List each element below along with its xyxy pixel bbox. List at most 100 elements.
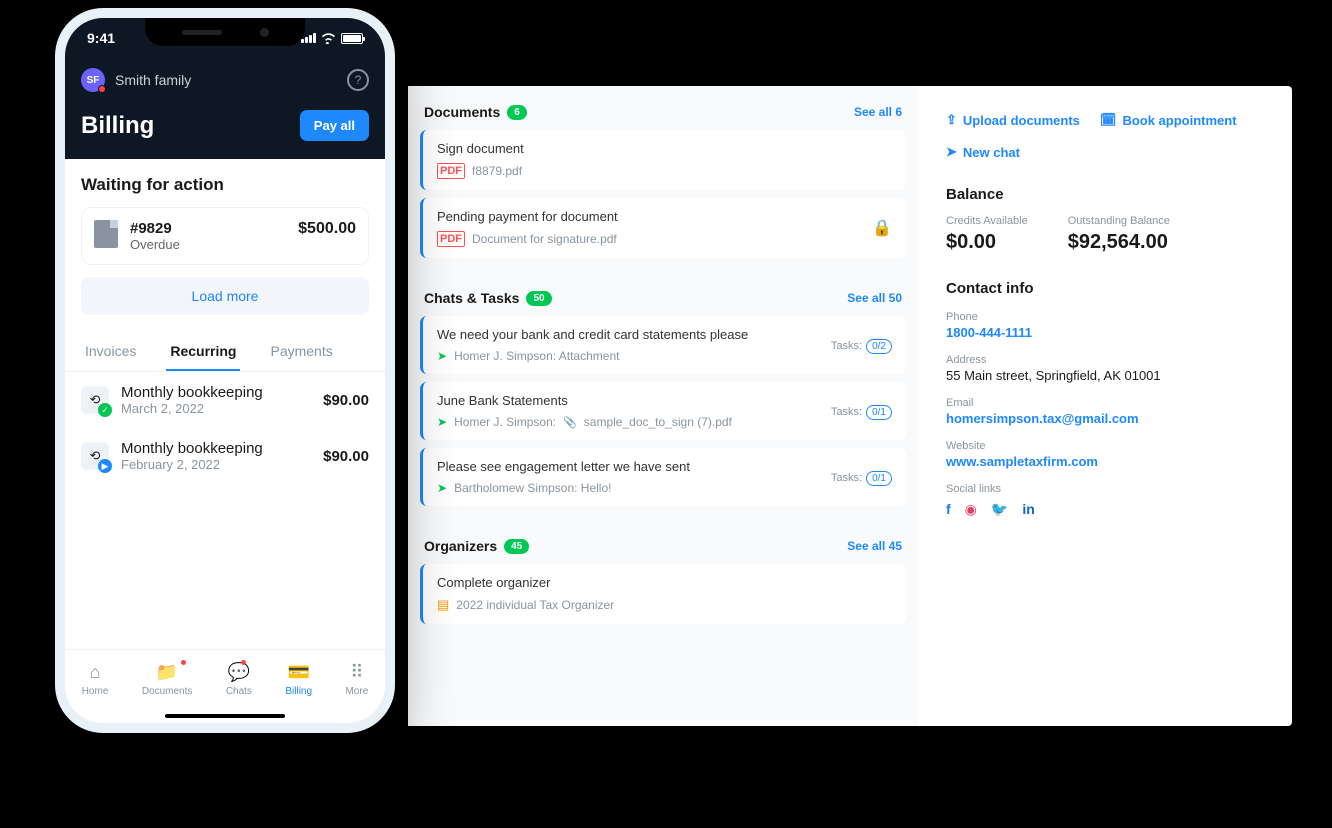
- card-sub: Bartholomew Simpson: Hello!: [454, 481, 611, 495]
- phone-notch: [145, 18, 305, 46]
- credits-label: Credits Available: [946, 215, 1028, 227]
- tasks-badge: 0/1: [866, 471, 892, 486]
- loadmore-button[interactable]: Load more: [81, 277, 369, 315]
- notification-dot-icon: [241, 660, 246, 665]
- help-icon[interactable]: ?: [347, 69, 369, 91]
- user-name[interactable]: Smith family: [115, 72, 337, 88]
- card-title: Complete organizer: [437, 575, 892, 590]
- section-title-chats: Chats & Tasks: [424, 290, 519, 306]
- tabbar-documents[interactable]: 📁Documents: [142, 662, 193, 697]
- card-file: Document for signature.pdf: [472, 232, 617, 246]
- linkedin-icon[interactable]: in: [1022, 501, 1034, 518]
- invoice-status: Overdue: [130, 237, 286, 252]
- new-chat-button[interactable]: ➤New chat: [946, 144, 1020, 160]
- social-label: Social links: [946, 483, 1264, 495]
- contact-title: Contact info: [946, 280, 1264, 297]
- chat-card[interactable]: Please see engagement letter we have sen…: [420, 448, 906, 506]
- tab-recurring[interactable]: Recurring: [166, 333, 240, 371]
- item-date: February 2, 2022: [121, 457, 311, 472]
- address-text: 55 Main street, Springfield, AK 01001: [946, 368, 1264, 383]
- check-badge-icon: ✓: [98, 403, 112, 417]
- item-title: Monthly bookkeeping: [121, 384, 311, 401]
- outstanding-label: Outstanding Balance: [1068, 215, 1170, 227]
- phone-body: Waiting for action #9829 Overdue $500.00…: [65, 159, 385, 694]
- avatar-initials: SF: [87, 75, 100, 86]
- phone-link[interactable]: 1800-444-1111: [946, 325, 1264, 340]
- outstanding-value: $92,564.00: [1068, 231, 1170, 254]
- invoice-number: #9829: [130, 220, 286, 237]
- tabbar: ⌂Home 📁Documents 💬 Chats 💳Billing ⠿More: [65, 649, 385, 723]
- tabbar-label: Billing: [285, 686, 312, 697]
- send-icon: ➤: [437, 481, 447, 495]
- phone-label: Phone: [946, 311, 1264, 323]
- item-amount: $90.00: [323, 392, 369, 409]
- website-label: Website: [946, 440, 1264, 452]
- balance-title: Balance: [946, 186, 1264, 203]
- pdf-icon: PDF: [437, 163, 465, 179]
- website-link[interactable]: www.sampletaxfirm.com: [946, 454, 1264, 469]
- count-badge: 6: [507, 105, 527, 120]
- payall-button[interactable]: Pay all: [300, 110, 369, 141]
- invoice-card[interactable]: #9829 Overdue $500.00: [81, 207, 369, 265]
- page-title: Billing: [81, 112, 154, 140]
- seeall-chats[interactable]: See all 50: [847, 291, 902, 305]
- address-label: Address: [946, 354, 1264, 366]
- tabbar-label: Documents: [142, 686, 193, 697]
- tasks-label: Tasks:: [831, 340, 862, 352]
- send-icon: ➤: [437, 349, 447, 363]
- tabbar-chats[interactable]: 💬 Chats: [226, 662, 252, 697]
- card-file: f8879.pdf: [472, 164, 522, 178]
- document-card[interactable]: Pending payment for document PDFDocument…: [420, 198, 906, 258]
- seeall-organizers[interactable]: See all 45: [847, 539, 902, 553]
- action-label: Book appointment: [1122, 113, 1236, 128]
- tabbar-home[interactable]: ⌂Home: [82, 662, 109, 697]
- attachment-name: sample_doc_to_sign (7).pdf: [584, 415, 732, 429]
- email-link[interactable]: homersimpson.tax@gmail.com: [946, 411, 1264, 426]
- recurring-icon: ⟲✓: [81, 386, 109, 414]
- phone-mockup: 9:41 SF Smith family ? Billing Pay all W…: [55, 8, 395, 733]
- seeall-documents[interactable]: See all 6: [854, 105, 902, 119]
- file-icon: [94, 220, 118, 248]
- tasks-badge: 0/1: [866, 405, 892, 420]
- desktop-panel: Documents6 See all 6 Sign document PDFf8…: [408, 86, 1292, 726]
- chat-card[interactable]: We need your bank and credit card statem…: [420, 316, 906, 374]
- tab-payments[interactable]: Payments: [266, 333, 336, 371]
- tasks-label: Tasks:: [831, 472, 862, 484]
- card-title: Please see engagement letter we have sen…: [437, 459, 690, 474]
- card-title: We need your bank and credit card statem…: [437, 327, 748, 342]
- right-column: ⇪Upload documents 🗓Book appointment ➤New…: [918, 86, 1292, 726]
- battery-icon: [341, 33, 363, 44]
- section-title-organizers: Organizers: [424, 538, 497, 554]
- section-title-documents: Documents: [424, 104, 500, 120]
- chat-card[interactable]: June Bank Statements ➤Homer J. Simpson:📎…: [420, 382, 906, 440]
- waiting-title: Waiting for action: [65, 159, 385, 207]
- avatar[interactable]: SF: [81, 68, 105, 92]
- item-date: March 2, 2022: [121, 401, 311, 416]
- email-label: Email: [946, 397, 1264, 409]
- organizer-card[interactable]: Complete organizer ▤2022 individual Tax …: [420, 564, 906, 624]
- upload-documents-button[interactable]: ⇪Upload documents: [946, 112, 1080, 128]
- home-indicator: [165, 714, 285, 718]
- facebook-icon[interactable]: f: [946, 501, 951, 518]
- phone-header: SF Smith family ? Billing Pay all: [65, 58, 385, 159]
- card-title: Pending payment for document: [437, 209, 618, 224]
- list-item[interactable]: ⟲✓ Monthly bookkeeping March 2, 2022 $90…: [65, 372, 385, 428]
- item-amount: $90.00: [323, 448, 369, 465]
- tabbar-more[interactable]: ⠿More: [345, 662, 368, 697]
- tabbar-label: Chats: [226, 686, 252, 697]
- credits-value: $0.00: [946, 231, 1028, 254]
- document-card[interactable]: Sign document PDFf8879.pdf: [420, 130, 906, 190]
- notification-dot-icon: [98, 85, 106, 93]
- list-item[interactable]: ⟲▶ Monthly bookkeeping February 2, 2022 …: [65, 428, 385, 484]
- recurring-icon: ⟲▶: [81, 442, 109, 470]
- tab-invoices[interactable]: Invoices: [81, 333, 140, 371]
- action-label: Upload documents: [963, 113, 1080, 128]
- twitter-icon[interactable]: 🐦: [991, 501, 1008, 518]
- chat-icon: 💬: [228, 662, 250, 683]
- tabbar-billing[interactable]: 💳Billing: [285, 662, 312, 697]
- lock-icon: 🔒: [872, 218, 892, 238]
- status-icons: [301, 33, 363, 44]
- book-appointment-button[interactable]: 🗓Book appointment: [1100, 112, 1237, 128]
- instagram-icon[interactable]: ◉: [965, 501, 977, 518]
- card-sub: Homer J. Simpson: Attachment: [454, 349, 619, 363]
